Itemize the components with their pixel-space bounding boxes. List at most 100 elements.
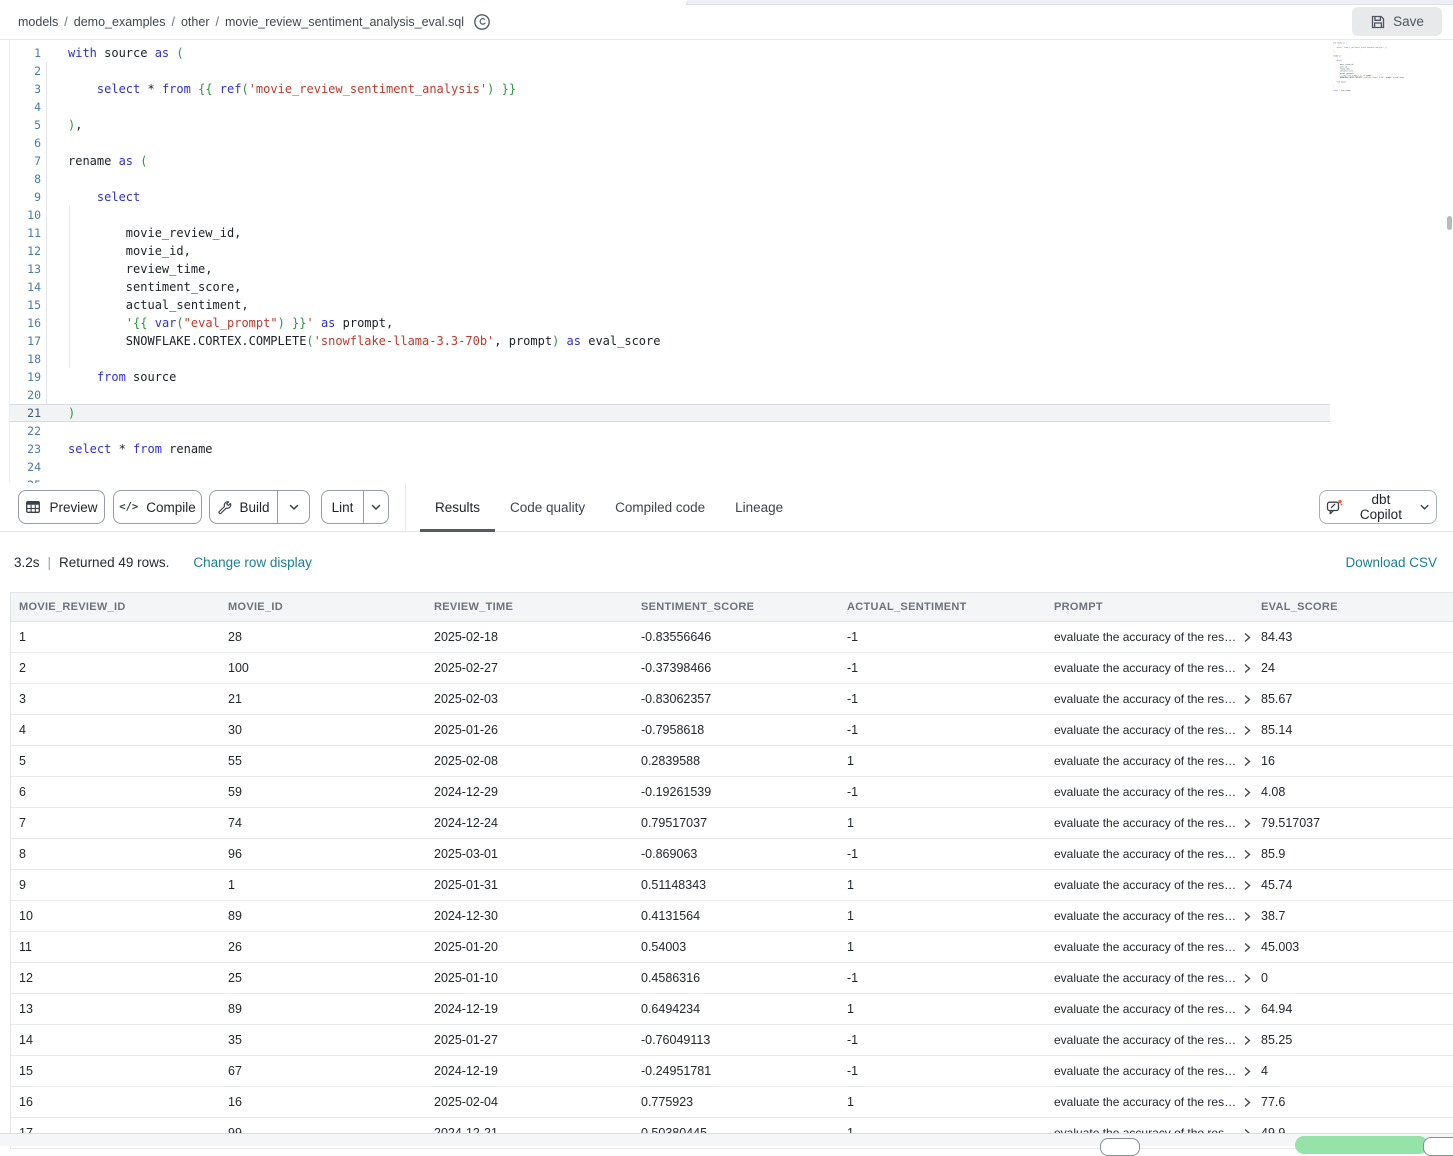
prompt-expand-chevron-icon[interactable] (1243, 1004, 1252, 1015)
code-line[interactable]: movie_review_id, (68, 224, 660, 242)
code-line[interactable]: from source (68, 368, 660, 386)
tab-lineage[interactable]: Lineage (720, 484, 798, 531)
table-cell: 74 (220, 816, 426, 830)
code-content[interactable]: with source as ( select * from {{ ref('m… (68, 44, 660, 483)
prompt-expand-chevron-icon[interactable] (1243, 973, 1252, 984)
code-line[interactable] (68, 476, 660, 483)
prompt-expand-chevron-icon[interactable] (1243, 694, 1252, 705)
compile-button[interactable]: </> Compile (113, 490, 202, 524)
code-line[interactable]: '{{ var("eval_prompt") }}' as prompt, (68, 314, 660, 332)
build-dropdown-chevron[interactable] (277, 491, 309, 523)
prompt-expand-chevron-icon[interactable] (1243, 787, 1252, 798)
prompt-expand-chevron-icon[interactable] (1243, 849, 1252, 860)
table-row: 14352025-01-27-0.76049113-1evaluate the … (11, 1025, 1453, 1056)
table-cell: 55 (220, 754, 426, 768)
preview-button[interactable]: Preview (18, 490, 105, 524)
footer-partial-button[interactable] (1423, 1137, 1453, 1156)
code-line[interactable]: ), (68, 116, 660, 134)
prompt-expand-chevron-icon[interactable] (1243, 942, 1252, 953)
code-line[interactable]: review_time, (68, 260, 660, 278)
code-line[interactable]: select (68, 188, 660, 206)
code-line[interactable]: sentiment_score, (68, 278, 660, 296)
column-header-eval-score[interactable]: EVAL_SCORE (1253, 601, 1453, 613)
prompt-expand-chevron-icon[interactable] (1243, 1097, 1252, 1108)
table-cell: 2024-12-29 (426, 785, 633, 799)
build-button[interactable]: Build (210, 491, 277, 523)
column-header-movie-review-id[interactable]: MOVIE_REVIEW_ID (11, 601, 220, 613)
prompt-expand-chevron-icon[interactable] (1243, 911, 1252, 922)
tab-code-quality[interactable]: Code quality (495, 484, 600, 531)
code-line[interactable] (68, 386, 660, 404)
code-editor[interactable]: 1234567891011121314151617181920212223242… (0, 40, 1453, 483)
editor-scrollbar-thumb[interactable] (1447, 216, 1452, 230)
line-number: 15 (0, 296, 41, 314)
column-header-sentiment-score[interactable]: SENTIMENT_SCORE (633, 601, 839, 613)
code-line[interactable] (68, 62, 660, 80)
breadcrumb-segment[interactable]: other (181, 15, 210, 29)
column-header-prompt[interactable]: PROMPT (1046, 601, 1253, 613)
table-cell: 1 (11, 630, 220, 644)
prompt-expand-chevron-icon[interactable] (1243, 725, 1252, 736)
code-line[interactable]: rename as ( (68, 152, 660, 170)
change-row-display-link[interactable]: Change row display (193, 555, 312, 570)
breadcrumb-action-icon[interactable] (473, 13, 491, 31)
code-line[interactable] (68, 458, 660, 476)
table-cell: 100 (220, 661, 426, 675)
prompt-expand-chevron-icon[interactable] (1243, 818, 1252, 829)
code-line[interactable] (68, 170, 660, 188)
breadcrumb-segment[interactable]: models (18, 15, 58, 29)
table-cell: 2024-12-19 (426, 1002, 633, 1016)
table-cell: 26 (220, 940, 426, 954)
eval-score-cell: 77.6 (1253, 1095, 1453, 1109)
breadcrumb-segment-filename[interactable]: movie_review_sentiment_analysis_eval.sql (225, 15, 464, 29)
results-tabs: Results Code quality Compiled code Linea… (420, 484, 798, 531)
tab-results[interactable]: Results (420, 484, 495, 531)
footer-partial-green-button[interactable] (1295, 1136, 1428, 1154)
save-button[interactable]: Save (1352, 7, 1442, 36)
code-minimap[interactable]: with source as ( select * from {{ ref('m… (1333, 42, 1445, 128)
breadcrumb-segment[interactable]: demo_examples (74, 15, 166, 29)
table-cell: -1 (839, 661, 1046, 675)
code-line[interactable]: actual_sentiment, (68, 296, 660, 314)
code-line[interactable]: select * from {{ ref('movie_review_senti… (68, 80, 660, 98)
prompt-cell: evaluate the accuracy of the res… (1046, 1064, 1253, 1078)
code-line[interactable] (68, 98, 660, 116)
column-header-movie-id[interactable]: MOVIE_ID (220, 601, 426, 613)
eval-score-cell: 0 (1253, 971, 1453, 985)
eval-score-cell: 4 (1253, 1064, 1453, 1078)
column-header-actual-sentiment[interactable]: ACTUAL_SENTIMENT (839, 601, 1046, 613)
prompt-expand-chevron-icon[interactable] (1243, 1035, 1252, 1046)
code-line[interactable] (1333, 94, 1445, 96)
prompt-expand-chevron-icon[interactable] (1243, 663, 1252, 674)
table-row: 7742024-12-240.795170371evaluate the acc… (11, 808, 1453, 839)
prompt-expand-chevron-icon[interactable] (1243, 756, 1252, 767)
dbt-copilot-button[interactable]: dbt Copilot (1319, 490, 1437, 524)
code-line[interactable] (68, 422, 660, 440)
prompt-expand-chevron-icon[interactable] (1243, 1066, 1252, 1077)
code-line[interactable] (68, 350, 660, 368)
results-table: MOVIE_REVIEW_ID MOVIE_ID REVIEW_TIME SEN… (10, 592, 1453, 1149)
table-cell: 0.79517037 (633, 816, 839, 830)
tab-compiled-code[interactable]: Compiled code (600, 484, 720, 531)
prompt-expand-chevron-icon[interactable] (1243, 880, 1252, 891)
column-header-review-time[interactable]: REVIEW_TIME (426, 601, 633, 613)
query-duration: 3.2s (14, 555, 40, 570)
footer-partial-button[interactable] (1100, 1138, 1140, 1156)
download-csv-link[interactable]: Download CSV (1345, 555, 1437, 570)
code-line[interactable] (68, 206, 660, 224)
table-cell: -1 (839, 723, 1046, 737)
table-cell: -1 (839, 692, 1046, 706)
code-line[interactable]: SNOWFLAKE.CORTEX.COMPLETE('snowflake-lla… (68, 332, 660, 350)
code-line[interactable]: movie_id, (68, 242, 660, 260)
code-line[interactable]: ) (68, 404, 660, 422)
prompt-expand-chevron-icon[interactable] (1243, 632, 1252, 643)
code-line[interactable]: select * from rename (68, 440, 660, 458)
line-number: 1 (0, 44, 41, 62)
table-cell: 2025-02-08 (426, 754, 633, 768)
eval-score-cell: 84.43 (1253, 630, 1453, 644)
table-icon (25, 499, 41, 515)
lint-dropdown-chevron[interactable] (363, 491, 388, 523)
code-line[interactable] (68, 134, 660, 152)
lint-button[interactable]: Lint (322, 491, 363, 523)
code-line[interactable]: with source as ( (68, 44, 660, 62)
